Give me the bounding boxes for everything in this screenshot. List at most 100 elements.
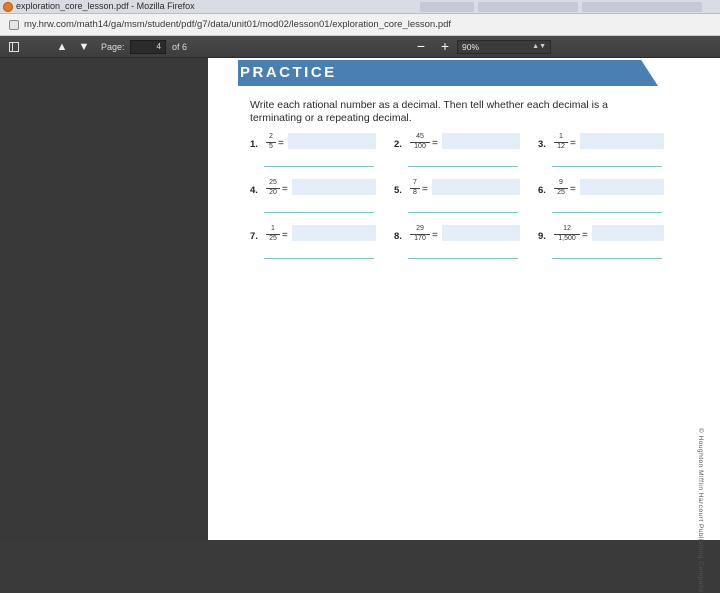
zoom-select[interactable]: 90% ▲▼ bbox=[457, 40, 551, 54]
fraction-numerator: 45 bbox=[416, 133, 424, 140]
practice-problem: 7. 1 25 = bbox=[250, 225, 380, 265]
sidebar-toggle-icon[interactable] bbox=[9, 42, 19, 52]
taskbar-tabs bbox=[420, 0, 720, 14]
window-title: exploration_core_lesson.pdf - Mozilla Fi… bbox=[16, 1, 195, 11]
practice-problem: 2. 45 100 = bbox=[394, 133, 524, 173]
fraction-denominator: 1,500 bbox=[558, 235, 576, 242]
fraction-denominator: 25 bbox=[269, 235, 277, 242]
pdf-viewer[interactable]: PRACTICE Write each rational number as a… bbox=[0, 58, 720, 593]
previous-page-icon[interactable]: ▲ bbox=[54, 39, 70, 55]
problem-number: 7. bbox=[250, 231, 258, 242]
fraction: 78 bbox=[410, 179, 420, 197]
fraction-numerator: 9 bbox=[559, 179, 563, 186]
fraction: 25 bbox=[266, 133, 276, 151]
next-page-icon[interactable]: ▼ bbox=[76, 39, 92, 55]
fraction-denominator: 170 bbox=[414, 235, 426, 242]
problem-number: 8. bbox=[394, 231, 402, 242]
answer-line[interactable] bbox=[408, 258, 518, 259]
fraction-numerator: 7 bbox=[413, 179, 417, 186]
fraction: 29 170 bbox=[410, 225, 430, 243]
fraction-numerator: 2 bbox=[269, 133, 273, 140]
fraction-denominator: 8 bbox=[413, 189, 417, 196]
fraction: 1 12 bbox=[554, 133, 568, 151]
address-bar[interactable]: my.hrw.com/math14/ga/msm/student/pdf/g7/… bbox=[0, 14, 720, 36]
problem-number: 1. bbox=[250, 139, 258, 150]
viewer-background bbox=[0, 58, 208, 540]
equals-sign: = bbox=[432, 138, 438, 149]
answer-input[interactable] bbox=[292, 179, 376, 195]
answer-line[interactable] bbox=[552, 212, 662, 213]
firefox-icon bbox=[3, 2, 13, 12]
problem-number: 2. bbox=[394, 139, 402, 150]
equals-sign: = bbox=[278, 138, 284, 149]
answer-line[interactable] bbox=[264, 212, 374, 213]
url-text[interactable]: my.hrw.com/math14/ga/msm/student/pdf/g7/… bbox=[24, 19, 451, 30]
answer-input[interactable] bbox=[580, 179, 664, 195]
problem-number: 5. bbox=[394, 185, 402, 196]
fraction-denominator: 25 bbox=[557, 189, 565, 196]
practice-problem: 3. 1 12 = bbox=[538, 133, 668, 173]
zoom-in-button[interactable]: + bbox=[436, 39, 454, 55]
answer-line[interactable] bbox=[408, 212, 518, 213]
equals-sign: = bbox=[282, 230, 288, 241]
page-count: of 6 bbox=[172, 42, 188, 52]
equals-sign: = bbox=[282, 184, 288, 195]
fraction-numerator: 1 bbox=[271, 225, 275, 232]
instructions-text: Write each rational number as a decimal.… bbox=[250, 99, 608, 124]
answer-line[interactable] bbox=[264, 258, 374, 259]
copyright-note: © Houghton Mifflin Harcourt Publishing C… bbox=[694, 428, 714, 593]
equals-sign: = bbox=[422, 184, 428, 195]
practice-problem: 1. 2 5 = bbox=[250, 133, 380, 173]
practice-problem: 4. 25 20 = bbox=[250, 179, 380, 219]
dropdown-caret-icon: ▲▼ bbox=[532, 43, 546, 50]
answer-input[interactable] bbox=[580, 133, 664, 149]
page-label: Page: bbox=[101, 42, 125, 52]
fraction-numerator: 25 bbox=[269, 179, 277, 186]
answer-input[interactable] bbox=[432, 179, 520, 195]
zoom-value: 90% bbox=[462, 42, 480, 52]
practice-problem: 5. 7 8 = bbox=[394, 179, 524, 219]
fraction-numerator: 12 bbox=[563, 225, 571, 232]
fraction-denominator: 20 bbox=[269, 189, 277, 196]
fraction-numerator: 1 bbox=[559, 133, 563, 140]
problem-number: 4. bbox=[250, 185, 258, 196]
equals-sign: = bbox=[432, 230, 438, 241]
window-title-bar: exploration_core_lesson.pdf - Mozilla Fi… bbox=[0, 0, 720, 14]
answer-line[interactable] bbox=[552, 166, 662, 167]
fraction: 1 25 bbox=[266, 225, 280, 243]
site-info-icon[interactable] bbox=[9, 20, 19, 30]
answer-input[interactable] bbox=[592, 225, 664, 241]
banner-title: PRACTICE bbox=[240, 64, 337, 81]
problem-number: 3. bbox=[538, 139, 546, 150]
pdf-toolbar: ▲ ▼ Page: 4 of 6 − + 90% ▲▼ bbox=[0, 36, 720, 58]
answer-input[interactable] bbox=[442, 133, 520, 149]
answer-input[interactable] bbox=[288, 133, 376, 149]
equals-sign: = bbox=[582, 230, 588, 241]
pdf-page: PRACTICE Write each rational number as a… bbox=[208, 58, 720, 593]
fraction: 25 20 bbox=[266, 179, 280, 197]
fraction: 45 100 bbox=[410, 133, 430, 151]
equals-sign: = bbox=[570, 138, 576, 149]
problem-number: 6. bbox=[538, 185, 546, 196]
answer-input[interactable] bbox=[292, 225, 376, 241]
practice-problem: 6. 9 25 = bbox=[538, 179, 668, 219]
practice-problem: 9. 12 1,500 = bbox=[538, 225, 668, 265]
equals-sign: = bbox=[570, 184, 576, 195]
answer-input[interactable] bbox=[442, 225, 520, 241]
fraction-denominator: 100 bbox=[414, 143, 426, 150]
practice-problem: 8. 29 170 = bbox=[394, 225, 524, 265]
page-number-input[interactable]: 4 bbox=[130, 40, 166, 54]
fraction-denominator: 5 bbox=[269, 143, 273, 150]
fraction: 9 25 bbox=[554, 179, 568, 197]
fraction-denominator: 12 bbox=[557, 143, 565, 150]
answer-line[interactable] bbox=[264, 166, 374, 167]
zoom-out-button[interactable]: − bbox=[412, 39, 430, 55]
copyright-text: © Houghton Mifflin Harcourt Publishing C… bbox=[697, 428, 704, 593]
taskbar-tab[interactable] bbox=[420, 2, 474, 12]
answer-line[interactable] bbox=[552, 258, 662, 259]
fraction: 12 1,500 bbox=[554, 225, 580, 243]
taskbar-tab[interactable] bbox=[478, 2, 578, 12]
problem-number: 9. bbox=[538, 231, 546, 242]
taskbar-tab[interactable] bbox=[582, 2, 702, 12]
answer-line[interactable] bbox=[408, 166, 518, 167]
